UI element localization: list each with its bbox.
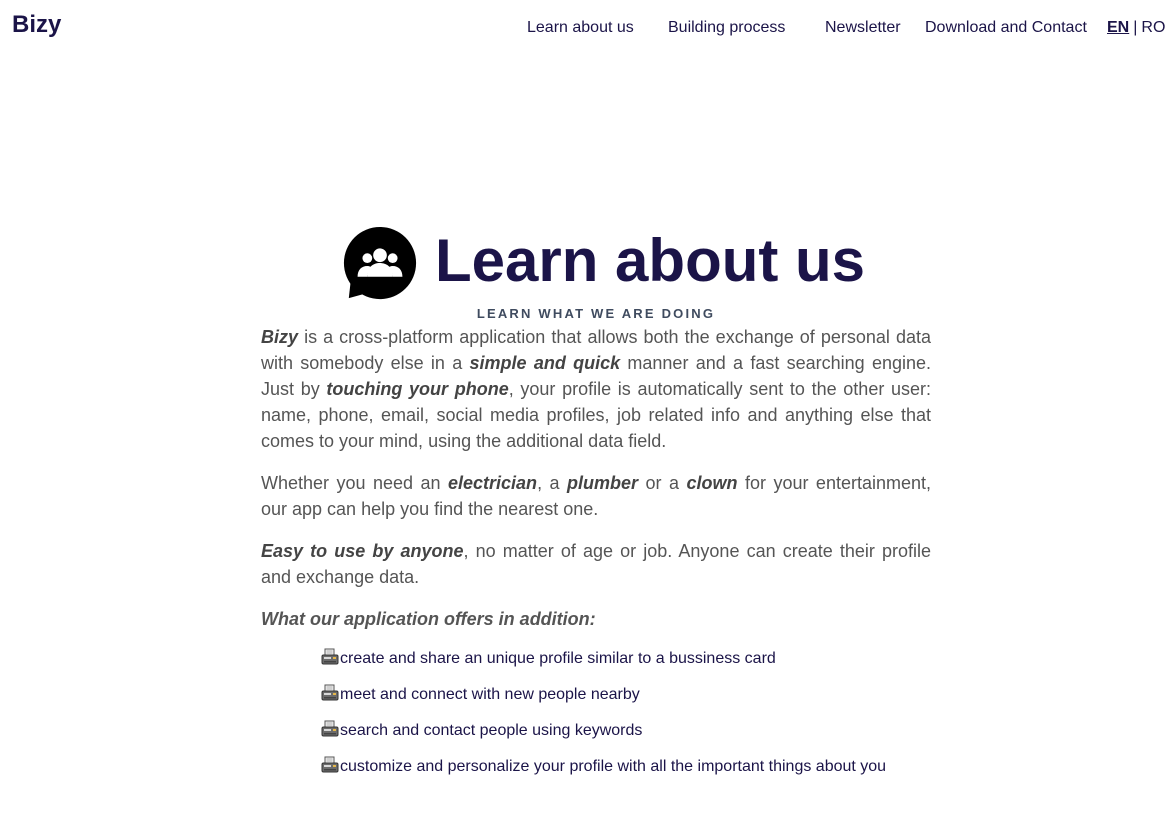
intro-paragraph: Bizy is a cross-platform application tha… (261, 324, 931, 454)
lang-ro-link[interactable]: RO (1141, 19, 1165, 36)
fax-machine-icon (321, 684, 339, 701)
nav-links: Learn about us Building process Newslett… (0, 19, 1174, 39)
fax-machine-icon (321, 720, 339, 737)
feature-text: meet and connect with new people nearby (340, 686, 640, 703)
nav-link-newsletter[interactable]: Newsletter (825, 19, 901, 37)
emphasis-easy-to-use: Easy to use by anyone (261, 541, 464, 561)
emphasis-plumber: plumber (567, 473, 639, 493)
users-chat-icon (343, 226, 417, 300)
services-text-2: , a (537, 473, 568, 493)
services-paragraph: Whether you need an electrician, a plumb… (261, 470, 931, 522)
nav-link-download-and-contact[interactable]: Download and Contact (925, 19, 1087, 37)
fax-machine-icon (321, 756, 339, 773)
services-text-1: Whether you need an (261, 473, 448, 493)
emphasis-simple-quick: simple and quick (469, 353, 621, 373)
feature-item: search and contact people using keywords (321, 718, 931, 754)
lang-separator: | (1133, 19, 1138, 36)
emphasis-touching-phone: touching your phone (326, 379, 509, 399)
language-switcher: EN | RO (1107, 19, 1165, 37)
emphasis-bizy: Bizy (261, 327, 299, 347)
ease-paragraph: Easy to use by anyone, no matter of age … (261, 538, 931, 590)
feature-item: meet and connect with new people nearby (321, 682, 931, 718)
section-subtitle: LEARN WHAT WE ARE DOING (476, 306, 716, 321)
services-text-3: or a (638, 473, 687, 493)
feature-text: search and contact people using keywords (340, 722, 643, 739)
learn-about-us-section: Learn about us LEARN WHAT WE ARE DOING B… (261, 224, 931, 790)
nav-link-building-process[interactable]: Building process (668, 19, 785, 37)
fax-machine-icon (321, 648, 339, 665)
nav-link-learn-about-us[interactable]: Learn about us (527, 19, 634, 37)
feature-item: create and share an unique profile simil… (321, 646, 931, 682)
offers-title: What our application offers in addition: (261, 609, 596, 629)
feature-item: customize and personalize your profile w… (321, 754, 931, 790)
navbar: Bizy Learn about us Building process New… (0, 0, 1174, 56)
feature-text: create and share an unique profile simil… (340, 650, 776, 667)
section-heading: Learn about us (261, 224, 931, 304)
lang-en-link[interactable]: EN (1107, 19, 1129, 36)
emphasis-clown: clown (686, 473, 738, 493)
page-title: Learn about us (435, 227, 866, 294)
emphasis-electrician: electrician (448, 473, 538, 493)
feature-text: customize and personalize your profile w… (340, 758, 887, 775)
features-list: create and share an unique profile simil… (261, 646, 931, 790)
